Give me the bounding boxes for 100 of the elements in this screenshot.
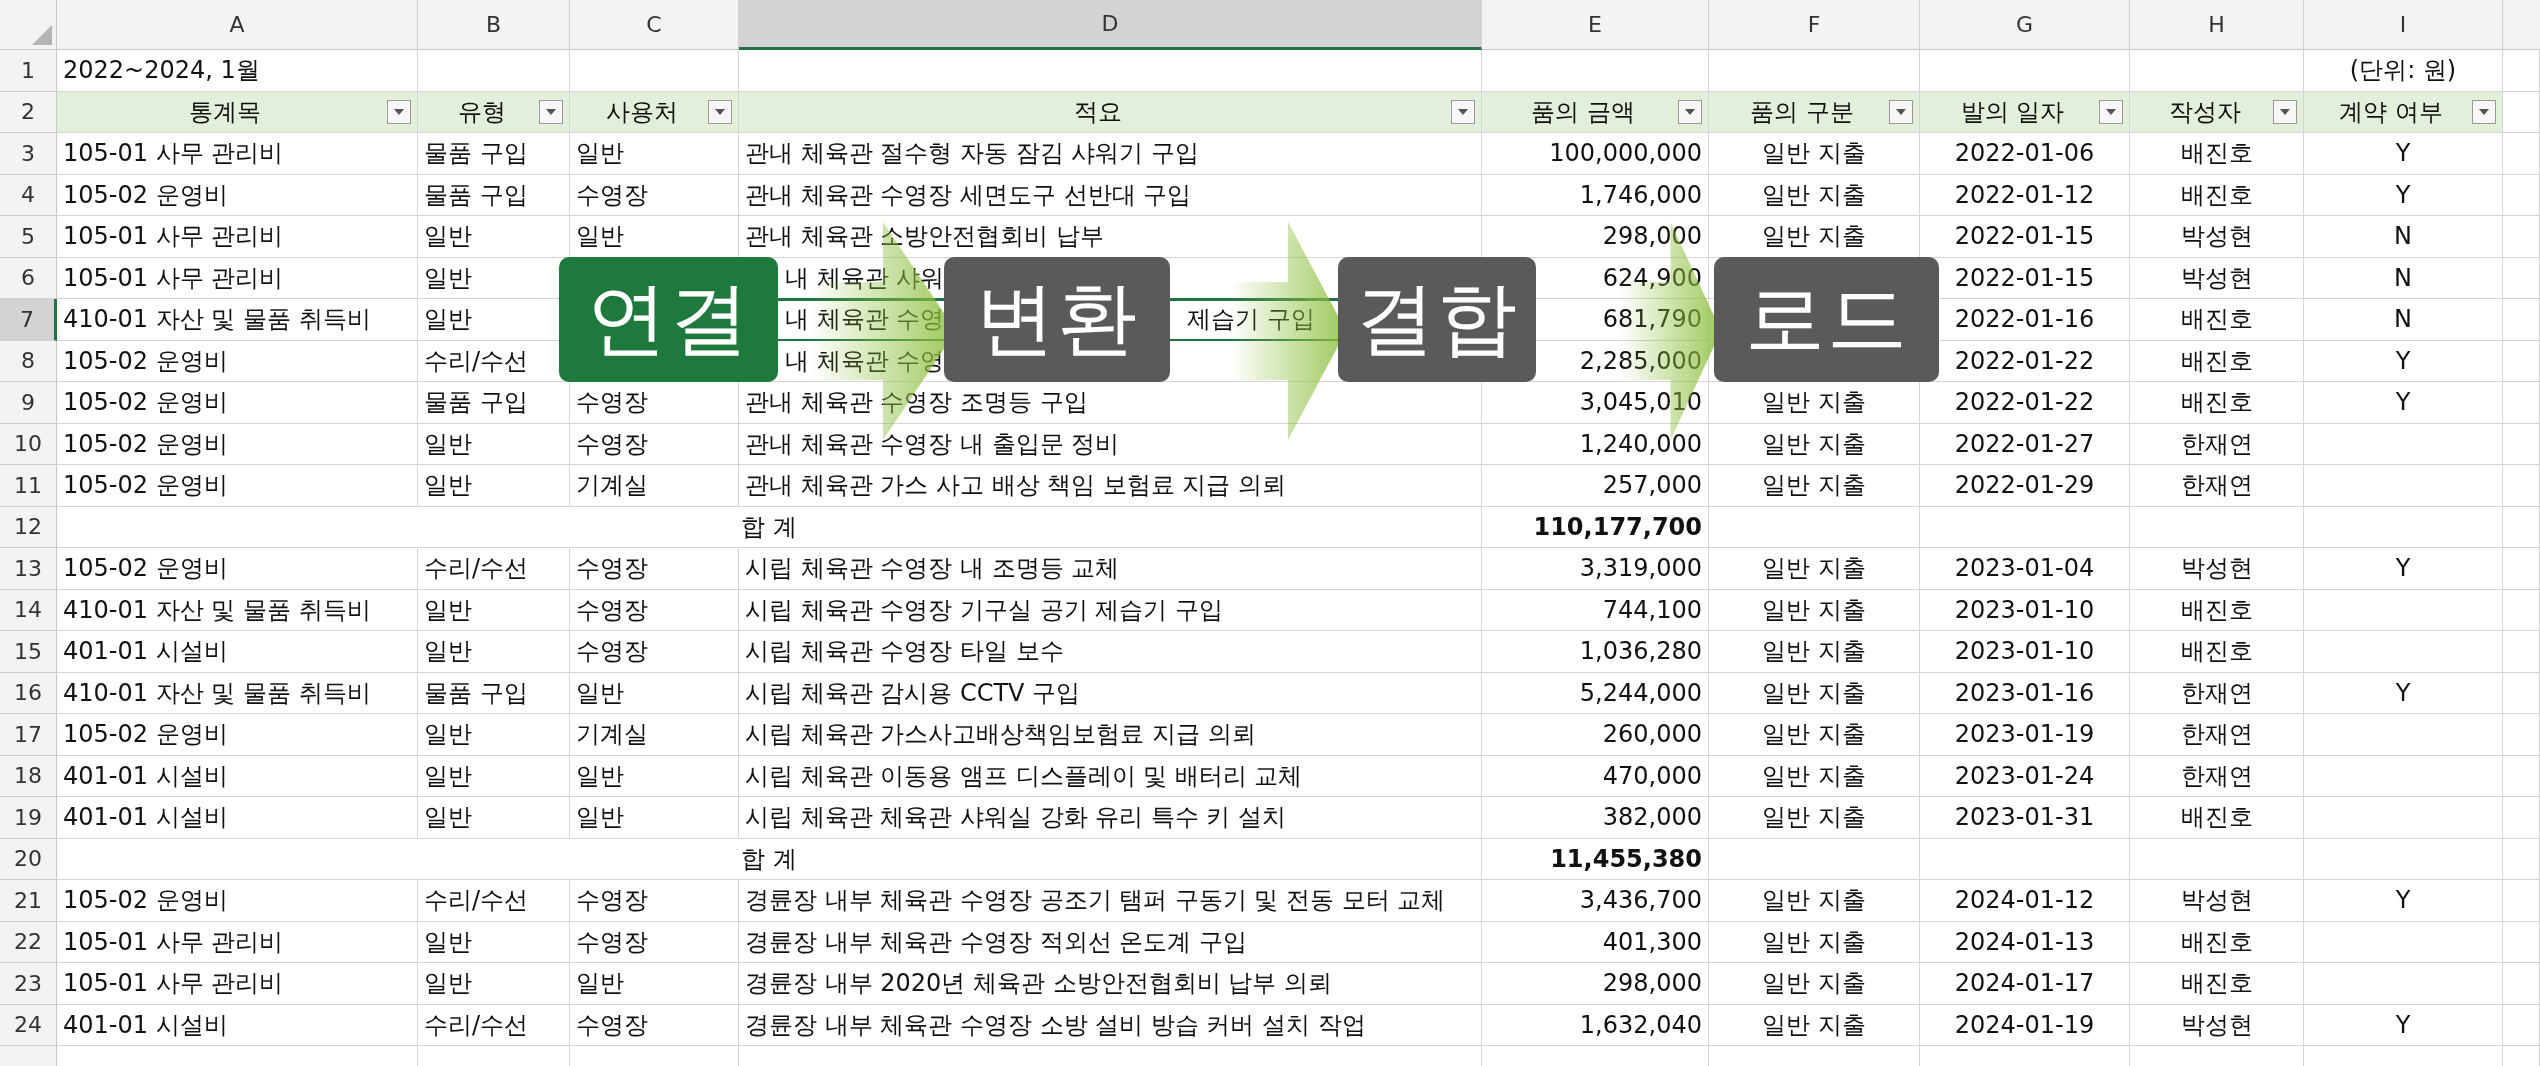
amount-cell: 2,285,000 — [1579, 346, 1702, 375]
account-cell-text: 105-02 운영비 — [63, 428, 228, 460]
row-header[interactable]: 19 — [0, 797, 57, 839]
row-header[interactable]: 14 — [0, 589, 57, 631]
date-cell: 2022-01-12 — [1954, 180, 2095, 209]
summary-cell-text: 내 체육관 수영 — [785, 304, 945, 336]
type-cell-text: 일반 — [424, 304, 472, 336]
amount-cell: 3,319,000 — [1579, 554, 1702, 583]
row-header[interactable]: 6 — [0, 257, 57, 299]
row-header[interactable]: 18 — [0, 755, 57, 797]
place-cell-text: 수영장 — [576, 553, 648, 585]
total-label: 합 계 — [741, 511, 797, 543]
contract-cell: N — [2394, 305, 2412, 334]
row-header[interactable]: 3 — [0, 133, 57, 175]
amount-cell: 5,244,000 — [1579, 678, 1702, 707]
step-label: 변환 — [944, 257, 1170, 382]
column-header[interactable]: A — [57, 0, 418, 50]
column-header[interactable]: H — [2130, 0, 2304, 50]
amount-cell: 298,000 — [1602, 969, 1702, 998]
author-cell-text: 배진호 — [2180, 968, 2253, 1000]
column-header[interactable]: D — [739, 0, 1482, 50]
account-cell-text: 105-01 사무 관리비 — [63, 926, 284, 958]
date-cell: 2022-01-06 — [1954, 139, 2095, 168]
column-header[interactable]: F — [1709, 0, 1920, 50]
type-cell-text: 물품 구입 — [424, 179, 528, 211]
contract-cell: Y — [2395, 388, 2411, 417]
date-cell: 2022-01-27 — [1954, 429, 2095, 458]
type-cell-text: 일반 — [424, 636, 472, 668]
category-cell-text: 일반 지출 — [1762, 387, 1866, 419]
row-header[interactable]: 1 — [0, 50, 57, 92]
column-header[interactable]: G — [1920, 0, 2130, 50]
row-header[interactable]: 16 — [0, 672, 57, 714]
amount-cell: 260,000 — [1602, 720, 1702, 749]
row-header[interactable]: 24 — [0, 1004, 57, 1046]
column-header[interactable]: C — [570, 0, 739, 50]
row-header[interactable]: 5 — [0, 216, 57, 258]
column-header[interactable]: B — [418, 0, 570, 50]
date-cell: 2022-01-15 — [1954, 263, 2095, 292]
amount-cell: 401,300 — [1602, 927, 1702, 956]
row-header[interactable]: 10 — [0, 423, 57, 465]
header-cell: 발의 일자 — [1920, 91, 2130, 133]
step-label: 연결 — [559, 257, 778, 382]
date-cell: 2023-01-24 — [1954, 761, 2095, 790]
row-header[interactable]: 8 — [0, 340, 57, 382]
category-cell-text: 일반 지출 — [1762, 636, 1866, 668]
contract-cell: Y — [2395, 180, 2411, 209]
date-cell: 2023-01-31 — [1954, 803, 2095, 832]
account-cell-text: 410-01 자산 및 물품 취득비 — [63, 304, 371, 336]
row-header[interactable]: 7 — [0, 299, 57, 341]
amount-cell: 1,632,040 — [1579, 1010, 1702, 1039]
account-cell-text: 401-01 시설비 — [63, 636, 228, 668]
header-cell: 적요 — [739, 91, 1482, 133]
author-cell-text: 박성현 — [2180, 553, 2253, 585]
place-cell-text: 일반 — [576, 221, 624, 253]
date-cell: 2023-01-16 — [1954, 678, 2095, 707]
place-cell-text: 기계실 — [576, 719, 648, 751]
account-cell-text: 105-01 사무 관리비 — [63, 262, 284, 294]
column-header[interactable]: E — [1482, 0, 1709, 50]
summary-cell-text: 관내 체육관 절수형 자동 잠김 샤워기 구입 — [745, 138, 1199, 170]
account-cell-text: 105-02 운영비 — [63, 553, 228, 585]
row-header[interactable]: 4 — [0, 174, 57, 216]
category-cell-text: 일반 지출 — [1762, 221, 1866, 253]
contract-cell: N — [2394, 263, 2412, 292]
place-cell-text: 기계실 — [576, 470, 648, 502]
date-cell: 2023-01-04 — [1954, 554, 2095, 583]
amount-cell: 681,790 — [1602, 305, 1702, 334]
row-header[interactable]: 21 — [0, 880, 57, 922]
place-cell-text: 일반 — [576, 968, 624, 1000]
amount-cell: 100,000,000 — [1549, 139, 1702, 168]
header-cell: 작성자 — [2130, 91, 2304, 133]
row-header[interactable]: 9 — [0, 382, 57, 424]
summary-cell-text: 관내 체육관 수영장 조명등 구입 — [745, 387, 1088, 419]
summary-cell-text: 경륜장 내부 체육관 수영장 공조기 탬퍼 구동기 및 전동 모터 교체 — [745, 885, 1446, 917]
summary-cell-text: 경륜장 내부 체육관 수영장 적외선 온도계 구입 — [745, 926, 1247, 958]
amount-cell: 1,240,000 — [1579, 429, 1702, 458]
account-cell-text: 105-02 운영비 — [63, 719, 228, 751]
row-header[interactable]: 23 — [0, 963, 57, 1005]
type-cell-text: 수리/수선 — [424, 553, 529, 585]
row-header[interactable]: 20 — [0, 838, 57, 880]
row-header[interactable]: 17 — [0, 714, 57, 756]
row-header[interactable]: 2 — [0, 91, 57, 133]
step-label: 로드 — [1714, 257, 1939, 382]
contract-cell: Y — [2395, 346, 2411, 375]
account-cell-text: 401-01 시설비 — [63, 1009, 228, 1041]
amount-cell: 624,900 — [1602, 263, 1702, 292]
category-cell-text: 일반 지출 — [1762, 470, 1866, 502]
account-cell-text: 105-01 사무 관리비 — [63, 968, 284, 1000]
row-header[interactable]: 22 — [0, 921, 57, 963]
header-cell: 품의 구분 — [1709, 91, 1920, 133]
row-header[interactable]: 12 — [0, 506, 57, 548]
row-header[interactable]: 13 — [0, 548, 57, 590]
summary-cell-text: 시립 체육관 수영장 기구실 공기 제습기 구입 — [745, 594, 1223, 626]
amount-cell: 382,000 — [1602, 803, 1702, 832]
row-header[interactable]: 11 — [0, 465, 57, 507]
date-cell: 2022-01-15 — [1954, 222, 2095, 251]
header-cell: 품의 금액 — [1482, 91, 1709, 133]
row-header[interactable]: 15 — [0, 631, 57, 673]
type-cell-text: 수리/수선 — [424, 1009, 529, 1041]
column-header[interactable]: I — [2304, 0, 2503, 50]
account-cell-text: 410-01 자산 및 물품 취득비 — [63, 677, 371, 709]
